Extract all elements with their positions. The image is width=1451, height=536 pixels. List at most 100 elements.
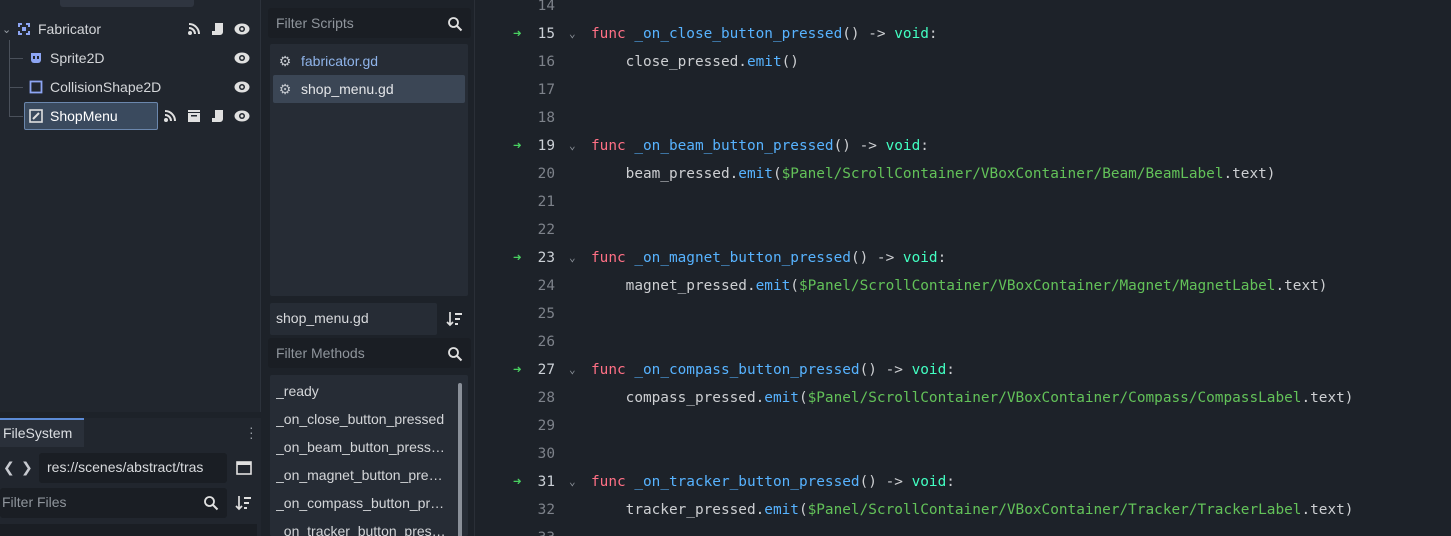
code-line[interactable]: 29 — [475, 412, 1451, 440]
code-text: func _on_compass_button_pressed() -> voi… — [591, 356, 955, 384]
line-number: 28 — [537, 390, 555, 406]
visibility-eye-icon[interactable] — [234, 21, 250, 37]
line-number: 33 — [475, 524, 555, 536]
node-path: $Panel/ScrollContainer/VBoxContainer/Mag… — [798, 278, 1276, 294]
tree-node-fabricator[interactable]: ⌄ Fabricator — [0, 16, 260, 42]
line-number: 18 — [537, 110, 555, 126]
code-line[interactable]: 26 — [475, 328, 1451, 356]
punctuation: () -> — [859, 474, 912, 490]
code-line[interactable]: 19 ➜ ⌄ func _on_beam_button_pressed() -> vo… — [475, 132, 1451, 160]
visibility-eye-icon[interactable] — [234, 50, 250, 66]
line-number: 14 — [537, 0, 555, 14]
node2d-icon — [16, 21, 32, 37]
method-item[interactable]: _on_close_button_pressed — [276, 411, 452, 427]
code-line[interactable]: 15 ➜ ⌄ func _on_close_button_pressed() -> v… — [475, 20, 1451, 48]
node-label: Sprite2D — [50, 50, 105, 66]
code-text: compass_pressed.emit($Panel/ScrollContai… — [591, 384, 1354, 412]
method-item[interactable]: _on_compass_button_pr… — [276, 495, 452, 511]
punctuation: () — [781, 54, 799, 70]
code-line[interactable]: 16 close_pressed.emit() — [475, 48, 1451, 76]
node-path: $Panel/ScrollContainer/VBoxContainer/Bea… — [781, 166, 1224, 182]
signal-icon[interactable] — [162, 108, 178, 124]
punctuation: : — [946, 474, 955, 490]
code-line[interactable]: 25 — [475, 300, 1451, 328]
code-line[interactable]: 22 — [475, 216, 1451, 244]
punctuation: () -> — [833, 138, 886, 154]
tree-node-shopmenu[interactable]: ShopMenu — [0, 103, 260, 129]
visibility-eye-icon[interactable] — [234, 79, 250, 95]
return-type: void — [902, 250, 938, 266]
code-line[interactable]: 24 magnet_pressed.emit($Panel/ScrollCont… — [475, 272, 1451, 300]
filter-methods-input[interactable]: Filter Methods — [268, 338, 471, 368]
dock-menu-icon[interactable]: · · · — [249, 420, 254, 444]
scrollbar[interactable] — [458, 383, 462, 536]
path-field[interactable]: res://scenes/abstract/tras — [39, 453, 227, 483]
tab-filesystem[interactable]: FileSystem — [0, 418, 84, 447]
code-line[interactable]: 21 — [475, 188, 1451, 216]
method-item[interactable]: _on_magnet_button_pre… — [276, 467, 452, 483]
visibility-eye-icon[interactable] — [234, 108, 250, 124]
chevron-left-icon[interactable]: ❮ — [3, 459, 15, 476]
fold-arrow-icon: ⌄ — [569, 251, 576, 264]
code-line[interactable]: 18 — [475, 104, 1451, 132]
instance-scene-icon[interactable] — [186, 108, 202, 124]
script-item[interactable]: ⚙ fabricator.gd — [273, 47, 465, 75]
code-line[interactable]: 28 compass_pressed.emit($Panel/ScrollCon… — [475, 384, 1451, 412]
signal-icon[interactable] — [186, 21, 202, 37]
line-number: 16 — [537, 54, 555, 70]
code-line[interactable]: 30 — [475, 440, 1451, 468]
line-number: 20 — [537, 166, 555, 182]
scene-dock-scroll-handle[interactable] — [60, 0, 194, 7]
method-call: emit — [755, 278, 791, 294]
line-number: 30 — [537, 446, 555, 462]
code-line[interactable]: 23 ➜ ⌄ func _on_magnet_button_pressed() -> … — [475, 244, 1451, 272]
method-item[interactable]: _on_beam_button_press… — [276, 439, 452, 455]
tree-node-sprite2d[interactable]: Sprite2D — [0, 45, 260, 71]
sort-icon[interactable] — [235, 494, 253, 512]
method-call: emit — [764, 390, 799, 406]
method-item[interactable]: _on_tracker_button_pres… — [276, 523, 452, 536]
line-number: 17 — [537, 82, 555, 98]
chevron-right-icon[interactable]: ❯ — [21, 459, 33, 476]
sort-icon[interactable] — [446, 310, 464, 328]
code-text: func _on_magnet_button_pressed() -> void… — [591, 244, 946, 272]
keyword: func — [591, 138, 626, 154]
code-line[interactable]: 17 — [475, 76, 1451, 104]
code-line[interactable]: 20 beam_pressed.emit($Panel/ScrollContai… — [475, 160, 1451, 188]
sprite2d-icon — [28, 50, 44, 66]
tree-node-collisionshape2d[interactable]: CollisionShape2D — [0, 74, 260, 100]
return-type: void — [894, 26, 929, 42]
split-view-icon[interactable] — [236, 460, 252, 476]
punctuation: .text) — [1301, 390, 1354, 406]
script-list: ⚙ fabricator.gd ⚙ shop_menu.gd — [270, 44, 468, 296]
current-script-name: shop_menu.gd — [270, 303, 437, 335]
line-number: 26 — [537, 334, 555, 350]
code-line[interactable]: 14 — [475, 0, 1451, 20]
code-line[interactable]: 32 tracker_pressed.emit($Panel/ScrollCon… — [475, 496, 1451, 524]
line-number: 29 — [537, 418, 555, 434]
gear-icon: ⚙ — [278, 52, 292, 69]
code-line[interactable]: 31 ➜ ⌄ func _on_tracker_button_pressed() ->… — [475, 468, 1451, 496]
scene-tree-dock: ⌄ Fabricator Sprite2D CollisionShape2D S… — [0, 0, 261, 412]
punctuation: () -> — [850, 250, 903, 266]
script-icon[interactable] — [210, 108, 226, 124]
code-line[interactable]: 33 — [475, 524, 1451, 536]
code-line[interactable]: 27 ➜ ⌄ func _on_compass_button_pressed() ->… — [475, 356, 1451, 384]
punctuation: () -> — [842, 26, 895, 42]
punctuation: .text) — [1223, 166, 1276, 182]
filter-files-input[interactable]: Filter Files — [0, 488, 227, 518]
fold-arrow-icon: ⌄ — [569, 139, 576, 152]
node-path: $Panel/ScrollContainer/VBoxContainer/Com… — [807, 390, 1302, 406]
punctuation: .text) — [1301, 502, 1354, 518]
function-name: _on_close_button_pressed — [634, 26, 843, 42]
script-icon[interactable] — [210, 21, 226, 37]
code-editor[interactable]: 14 15 ➜ ⌄ func _on_close_button_pressed() ->… — [474, 0, 1451, 536]
script-item[interactable]: ⚙ shop_menu.gd — [273, 75, 465, 103]
file-list[interactable] — [0, 524, 257, 536]
method-item[interactable]: _ready — [276, 383, 452, 399]
filter-scripts-input[interactable]: Filter Scripts — [268, 8, 471, 38]
keyword: func — [591, 250, 626, 266]
chevron-down-icon[interactable]: ⌄ — [2, 23, 12, 36]
identifier: close_pressed. — [591, 54, 747, 70]
filesystem-dock: FileSystem · · · ❮ ❯ res://scenes/abstract… — [0, 418, 261, 536]
